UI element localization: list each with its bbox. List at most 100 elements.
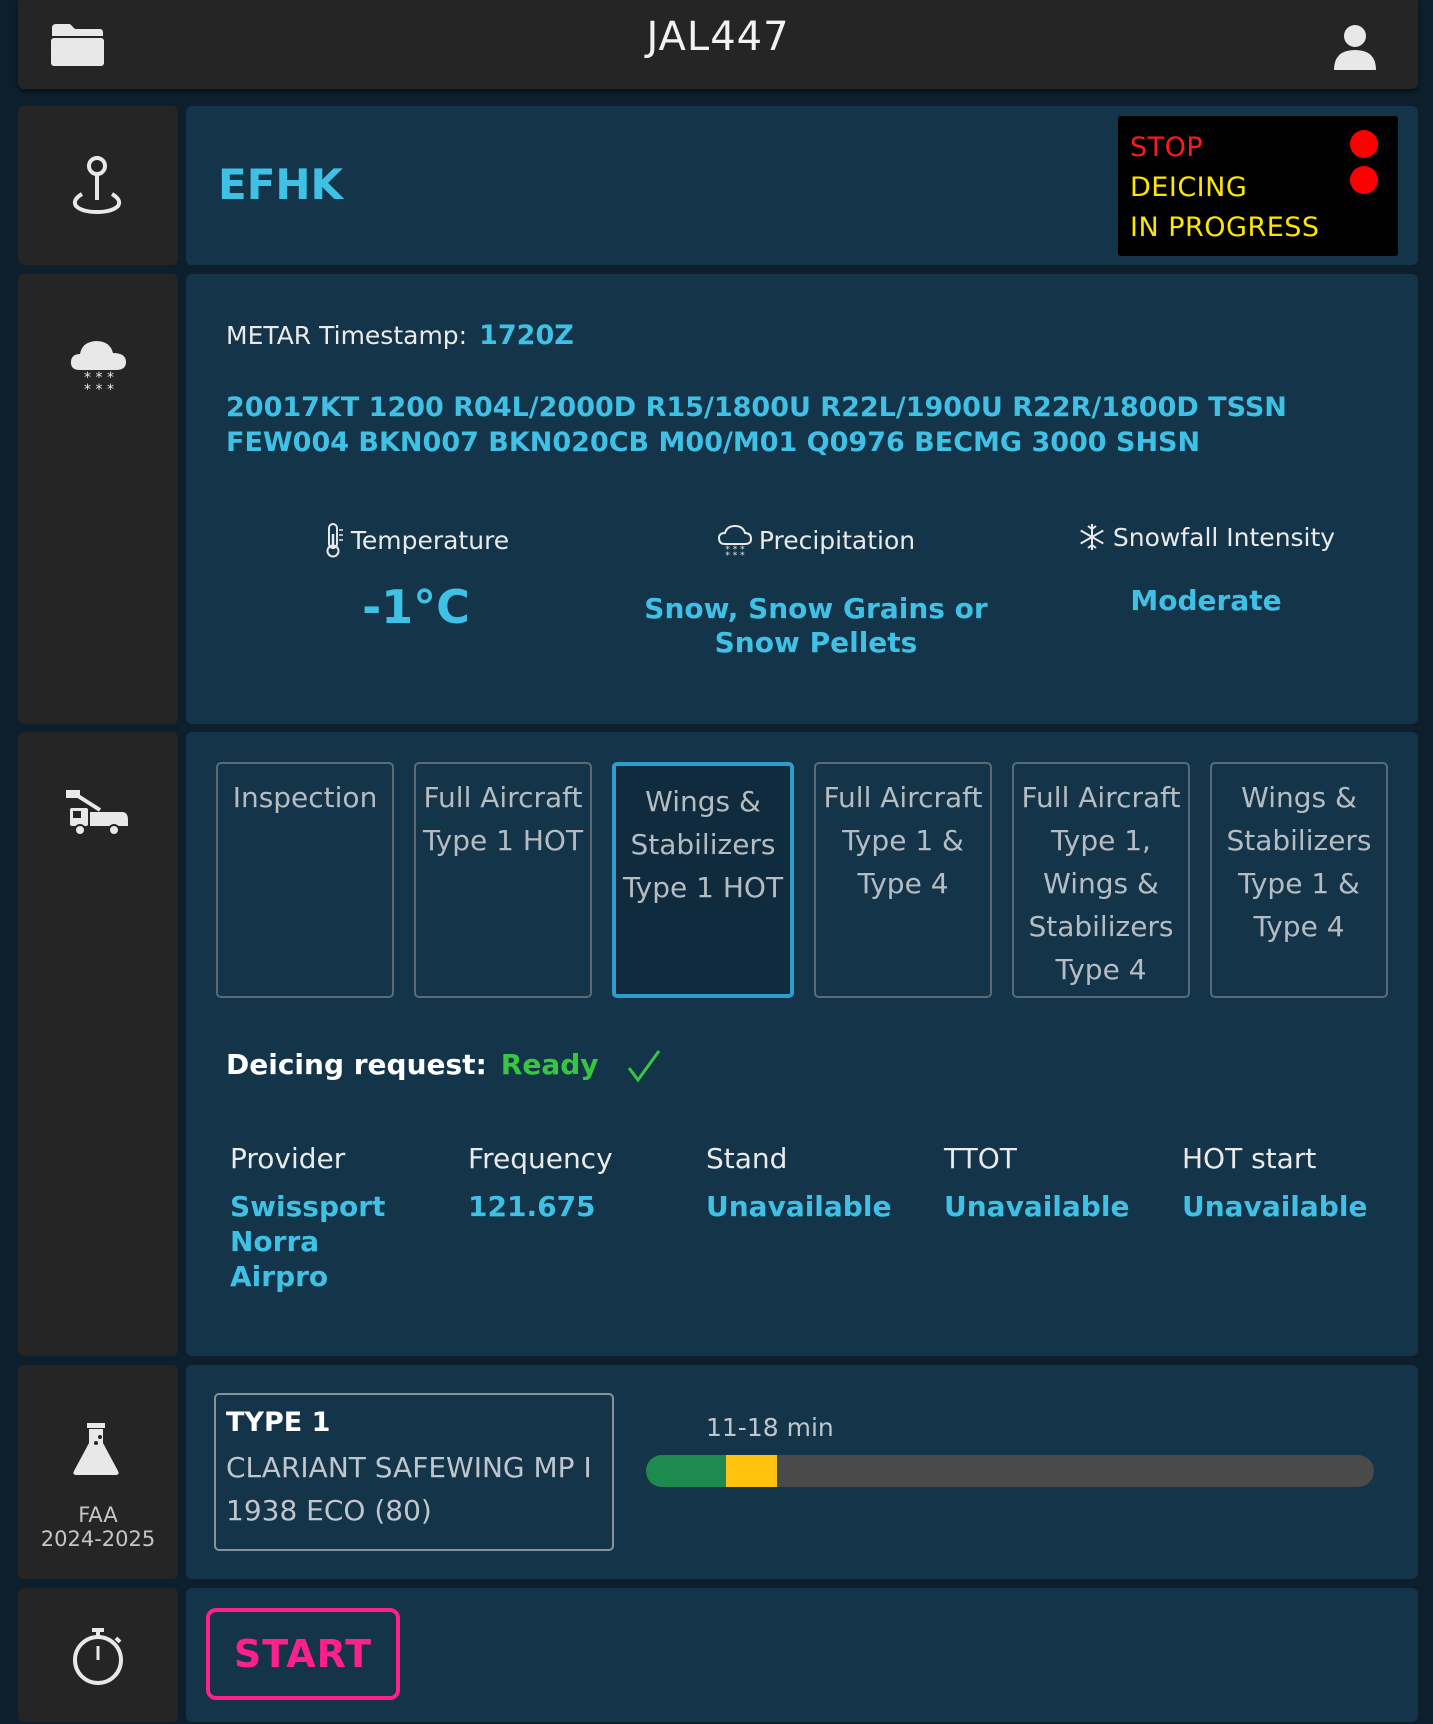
flight-title: JAL447: [646, 14, 790, 60]
deicing-option-label: Stabilizers: [630, 828, 776, 861]
hot-range-label: 11-18 min: [706, 1413, 834, 1442]
deicing-panel: Inspection Full Aircraft Type 1 HOT Wings &…: [186, 732, 1418, 1356]
hot-bar-green-segment: [646, 1455, 727, 1487]
deicing-request-status: Ready: [500, 1048, 599, 1081]
provider-value: Swissport Norra Airpro: [230, 1189, 460, 1294]
deicing-option-label: Full Aircraft: [1021, 781, 1181, 814]
weather-side-panel: * * * * * *: [18, 274, 178, 724]
snowfall-label: Snowfall Intensity: [1112, 522, 1336, 552]
deicing-option-label: Inspection: [232, 781, 378, 814]
deicing-option-3[interactable]: Wings & Stabilizers Type 1 HOT: [612, 762, 794, 998]
hot-guideline: FAA 2024-2025: [18, 1503, 178, 1551]
hot-start-value: Unavailable: [1182, 1190, 1368, 1223]
deicing-option-label: Type 4: [1055, 953, 1147, 986]
snow-cloud-icon: * * * * * *: [70, 341, 126, 396]
alert-deicing: DEICING: [1130, 172, 1248, 203]
deicing-option-1[interactable]: Inspection: [216, 762, 394, 998]
fluid-name-line: 1938 ECO (80): [226, 1494, 432, 1527]
ttot-value: Unavailable: [944, 1190, 1130, 1223]
user-icon[interactable]: [1332, 22, 1378, 72]
timer-panel: START: [186, 1588, 1418, 1722]
airport-code: EFHK: [218, 160, 344, 209]
deicing-option-label: Wings &: [1241, 781, 1357, 814]
deicing-option-2[interactable]: Full Aircraft Type 1 HOT: [414, 762, 592, 998]
timer-side-panel: [18, 1588, 178, 1722]
stand-block: Stand Unavailable: [706, 1142, 936, 1224]
precipitation-value-line: Snow, Snow Grains or: [644, 592, 988, 625]
precipitation-value: Snow, Snow Grains or Snow Pellets: [626, 592, 1006, 660]
temperature-block: Temperature -1°C: [236, 522, 596, 634]
top-bar: JAL447: [18, 0, 1418, 89]
deicing-option-label: Wings &: [645, 785, 761, 818]
flask-icon: [73, 1423, 119, 1475]
hot-bar-yellow-segment: [726, 1455, 778, 1487]
provider-name: Swissport: [230, 1190, 386, 1223]
metar-timestamp: METAR Timestamp: 1720Z: [226, 320, 574, 351]
deicing-option-5[interactable]: Full Aircraft Type 1, Wings & Stabilizers Ty…: [1012, 762, 1190, 998]
location-pin-icon: [72, 156, 122, 215]
hot-guideline-line: FAA: [78, 1503, 118, 1527]
deicing-request: Deicing request: Ready: [226, 1048, 662, 1084]
snowfall-block: Snowfall Intensity Moderate: [1026, 522, 1386, 618]
fluid-type: TYPE 1: [226, 1407, 331, 1438]
deicing-request-label: Deicing request:: [226, 1048, 487, 1081]
start-button[interactable]: START: [206, 1608, 400, 1700]
frequency-value: 121.675: [468, 1190, 596, 1223]
hot-start-block: HOT start Unavailable: [1182, 1142, 1412, 1224]
svg-text:* * *: * * *: [725, 551, 745, 558]
deicing-option-label: Wings &: [1043, 867, 1159, 900]
deicing-option-label: Stabilizers: [1226, 824, 1372, 857]
precipitation-block: * * * * * * Precipitation Snow, Snow Gra…: [626, 522, 1006, 660]
deicing-option-label: Full Aircraft: [823, 781, 983, 814]
stand-label: Stand: [706, 1142, 788, 1175]
location-panel: EFHK STOP DEICING IN PROGRESS: [186, 106, 1418, 265]
ttot-label: TTOT: [944, 1142, 1017, 1175]
deicing-option-label: Type 1 &: [842, 824, 964, 857]
deicing-option-label: Type 1 &: [1238, 867, 1360, 900]
stand-value: Unavailable: [706, 1190, 892, 1223]
hot-panel: TYPE 1 CLARIANT SAFEWING MP I 1938 ECO (…: [186, 1365, 1418, 1579]
provider-block: Provider Swissport Norra Airpro: [230, 1142, 460, 1294]
deicing-option-label: Full Aircraft: [423, 781, 583, 814]
precipitation-icon: * * * * * *: [717, 524, 752, 558]
alert-indicator-light: [1350, 130, 1378, 158]
svg-text:* * *: * * *: [84, 382, 114, 396]
alert-indicator-light: [1350, 166, 1378, 194]
provider-name: Norra: [230, 1225, 320, 1258]
metar-timestamp-label: METAR Timestamp:: [226, 321, 468, 350]
fluid-name: CLARIANT SAFEWING MP I 1938 ECO (80): [226, 1446, 602, 1532]
alert-stop: STOP: [1130, 132, 1204, 163]
deicing-option-label: Type 4: [1253, 910, 1345, 943]
hot-guideline-line: 2024-2025: [40, 1527, 156, 1551]
deicing-alert: STOP DEICING IN PROGRESS: [1118, 116, 1398, 256]
deicing-truck-icon: [66, 790, 128, 836]
deicing-option-label: Type 1 HOT: [422, 824, 584, 857]
frequency-label: Frequency: [468, 1142, 613, 1175]
thermometer-icon: [326, 523, 343, 558]
provider-label: Provider: [230, 1142, 346, 1175]
temperature-value: -1°C: [362, 580, 470, 634]
snowflake-icon: [1080, 524, 1104, 550]
alert-in-progress: IN PROGRESS: [1130, 212, 1320, 243]
ttot-block: TTOT Unavailable: [944, 1142, 1174, 1224]
deicing-option-label: Type 1,: [1051, 824, 1151, 857]
deicing-side-panel: [18, 732, 178, 1356]
stopwatch-icon: [73, 1628, 123, 1685]
snowfall-value: Moderate: [1130, 584, 1282, 617]
hot-progress-bar: [646, 1455, 1374, 1487]
location-side-panel: [18, 106, 178, 265]
deicing-option-4[interactable]: Full Aircraft Type 1 & Type 4: [814, 762, 992, 998]
temperature-label: Temperature: [350, 525, 510, 555]
deicing-option-label: Type 1 HOT: [622, 871, 784, 904]
weather-panel: METAR Timestamp: 1720Z 20017KT 1200 R04L/…: [186, 274, 1418, 724]
deicing-option-label: Stabilizers: [1028, 910, 1174, 943]
deicing-option-6[interactable]: Wings & Stabilizers Type 1 & Type 4: [1210, 762, 1388, 998]
metar-text: 20017KT 1200 R04L/2000D R15/1800U R22L/1…: [226, 392, 1287, 458]
hot-side-panel: FAA 2024-2025: [18, 1365, 178, 1579]
provider-name: Airpro: [230, 1260, 329, 1293]
hot-start-label: HOT start: [1182, 1142, 1317, 1175]
frequency-block: Frequency 121.675: [468, 1142, 698, 1224]
fluid-selector[interactable]: TYPE 1 CLARIANT SAFEWING MP I 1938 ECO (…: [214, 1393, 614, 1551]
precipitation-value-line: Snow Pellets: [714, 626, 918, 659]
precipitation-label: Precipitation: [758, 525, 916, 555]
